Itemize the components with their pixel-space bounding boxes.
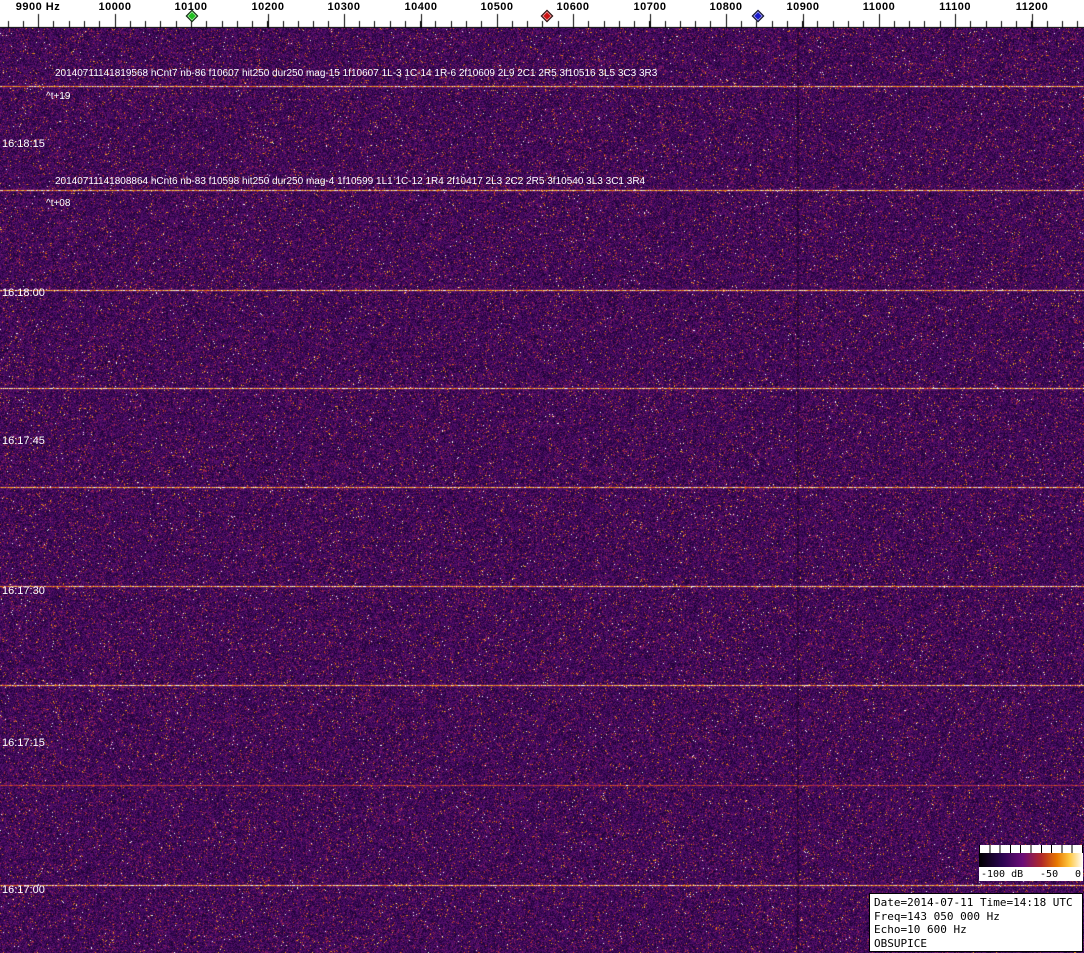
time-tick-label: 16:18:00 xyxy=(2,287,45,299)
time-tick-label: 16:17:00 xyxy=(2,884,45,896)
scale-label-mid: -50 xyxy=(1040,868,1059,880)
info-observatory: OBSUPICE xyxy=(874,936,927,950)
scale-gradient xyxy=(979,853,1083,867)
frequency-ruler[interactable]: 9900 Hz 10000 10100 10200 10300 10400 10500 106… xyxy=(0,0,1084,28)
freq-tick-label: 10700 xyxy=(633,1,667,13)
freq-tick-label: 10900 xyxy=(786,1,820,13)
freq-tick-label: 10400 xyxy=(404,1,438,13)
scale-label-max: 0 xyxy=(1074,868,1081,880)
info-frequency: Freq=143 050 000 Hz xyxy=(874,909,1000,923)
spectrogram[interactable]: 16:18:15 16:18:00 16:17:45 16:17:30 16:17:15… xyxy=(0,28,1084,953)
detection-annotation: 20140711141808864 hCnt6 nb-83 f10598 hit… xyxy=(55,176,646,187)
detection-annotation: ^t+19 xyxy=(46,91,71,102)
detection-annotation: 20140711141819568 hCnt7 nb-86 f10607 hit… xyxy=(55,68,658,79)
meteor-spectrogram-app: 9900 Hz 10000 10100 10200 10300 10400 10500 106… xyxy=(0,0,1084,953)
freq-tick-label: 11100 xyxy=(939,1,971,13)
freq-tick-label: 9900 Hz xyxy=(15,1,61,13)
freq-tick-label: 11200 xyxy=(1015,1,1049,13)
scale-ticks xyxy=(979,845,1083,853)
scale-label-min: -100 dB xyxy=(981,868,1024,880)
observation-info-box: Date=2014-07-11 Time=14:18 UTC Freq=143 … xyxy=(869,893,1083,952)
freq-tick-label: 10600 xyxy=(556,1,590,13)
freq-tick-label: 10800 xyxy=(709,1,743,13)
freq-tick-label: 11000 xyxy=(862,1,896,13)
freq-tick-label: 10200 xyxy=(251,1,285,13)
time-tick-label: 16:17:30 xyxy=(2,585,45,597)
time-tick-label: 16:17:45 xyxy=(2,435,45,447)
amplitude-color-scale: -100 dB -50 0 xyxy=(979,845,1083,881)
freq-tick-label: 10500 xyxy=(480,1,514,13)
spectrogram-canvas[interactable] xyxy=(0,28,1084,953)
freq-tick-label: 10000 xyxy=(98,1,132,13)
info-date-time: Date=2014-07-11 Time=14:18 UTC xyxy=(874,896,1073,909)
time-tick-label: 16:17:15 xyxy=(2,737,45,749)
time-tick-label: 16:18:15 xyxy=(2,138,45,150)
freq-tick-label: 10300 xyxy=(327,1,361,13)
detection-annotation: ^t+08 xyxy=(46,198,71,209)
scale-labels: -100 dB -50 0 xyxy=(979,867,1083,881)
info-echo: Echo=10 600 Hz xyxy=(874,923,967,936)
